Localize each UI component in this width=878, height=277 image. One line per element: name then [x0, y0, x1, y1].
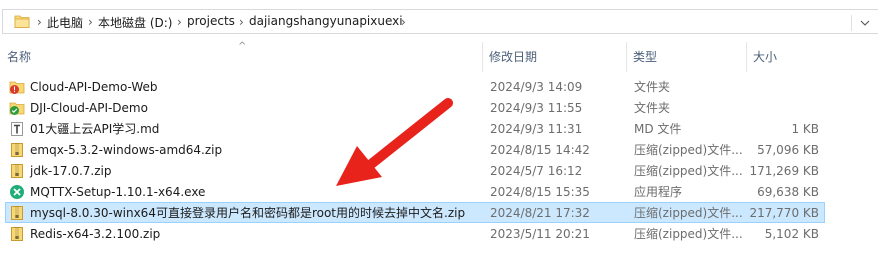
file-row[interactable]: emqx-5.3.2-windows-amd64.zip 2024/8/15 1… [5, 139, 825, 160]
file-row[interactable]: jdk-17.0.7.zip 2024/5/7 16:12 压缩(zipped)… [5, 160, 825, 181]
file-name: Redis-x64-3.2.100.zip [30, 227, 161, 241]
folder-synced-icon [9, 102, 25, 115]
breadcrumb-item-this-pc[interactable]: 此电脑 [47, 14, 83, 31]
file-size: 1 KB [791, 122, 819, 136]
zip-icon [11, 164, 23, 178]
breadcrumb-separator: › [239, 15, 244, 29]
file-name: jdk-17.0.7.zip [30, 164, 112, 178]
file-type: 压缩(zipped)文件... [634, 164, 743, 178]
file-size: 5,102 KB [764, 227, 819, 241]
file-date: 2024/8/15 14:42 [490, 143, 590, 157]
breadcrumb[interactable]: › 此电脑 › 本地磁盘 (D:) › projects › dajiangsh… [2, 9, 878, 34]
breadcrumb-separator: › [88, 15, 93, 29]
file-row[interactable]: MQTTX-Setup-1.10.1-x64.exe 2024/8/15 15:… [5, 181, 825, 202]
column-header-size[interactable]: 大小 [746, 42, 777, 72]
mqttx-app-icon [10, 185, 24, 199]
file-date: 2024/9/3 11:55 [490, 101, 583, 115]
file-row[interactable]: Cloud-API-Demo-Web 2024/9/3 14:09 文件夹 [5, 76, 825, 97]
breadcrumb-item-local-disk[interactable]: 本地磁盘 (D:) [98, 14, 172, 31]
file-row-selected[interactable]: mysql-8.0.30-winx64可直接登录用户名和密码都是root用的时候… [5, 202, 825, 223]
file-name: mysql-8.0.30-winx64可直接登录用户名和密码都是root用的时候… [30, 206, 466, 220]
file-size: 57,096 KB [757, 143, 819, 157]
breadcrumb-item-current-folder[interactable]: dajiangshangyunapixuexi [249, 14, 403, 28]
file-size: 171,269 KB [749, 164, 819, 178]
breadcrumb-separator: › [401, 15, 406, 29]
file-date: 2024/8/15 15:35 [490, 185, 590, 199]
file-date: 2024/8/21 17:32 [490, 206, 590, 220]
breadcrumb-item-projects[interactable]: projects [187, 14, 235, 28]
folder-error-icon [9, 81, 25, 94]
file-size: 69,638 KB [757, 185, 819, 199]
breadcrumb-separator: › [37, 15, 42, 29]
file-date: 2023/5/11 20:21 [490, 227, 590, 241]
file-type: 压缩(zipped)文件... [634, 206, 743, 220]
column-header-name[interactable]: 名称 [0, 42, 31, 72]
file-type: 压缩(zipped)文件... [634, 143, 743, 157]
file-date: 2024/5/7 16:12 [490, 164, 583, 178]
file-type: 压缩(zipped)文件... [634, 227, 743, 241]
file-date: 2024/9/3 11:31 [490, 122, 583, 136]
file-name: emqx-5.3.2-windows-amd64.zip [30, 143, 223, 157]
file-name: 01大疆上云API学习.md [30, 122, 160, 136]
file-row[interactable]: Redis-x64-3.2.100.zip 2023/5/11 20:21 压缩… [5, 223, 825, 244]
zip-icon [11, 227, 23, 241]
file-date: 2024/9/3 14:09 [490, 80, 583, 94]
zip-icon [11, 143, 23, 157]
file-name: DJI-Cloud-API-Demo [30, 101, 148, 115]
sort-ascending-icon: ^ [238, 41, 247, 52]
file-type: 文件夹 [634, 80, 671, 94]
folder-icon [14, 15, 30, 28]
file-size: 217,770 KB [749, 206, 819, 220]
file-type: 应用程序 [634, 185, 683, 199]
file-name: MQTTX-Setup-1.10.1-x64.exe [30, 185, 206, 199]
address-bar: › 此电脑 › 本地磁盘 (D:) › projects › dajiangsh… [0, 0, 878, 40]
column-header-date[interactable]: 修改日期 [482, 42, 537, 72]
file-type: MD 文件 [634, 122, 682, 136]
text-file-icon [11, 122, 23, 136]
column-header-row: ^ 名称 修改日期 类型 大小 [0, 41, 878, 72]
breadcrumb-separator: › [177, 15, 182, 29]
zip-icon [11, 206, 23, 220]
file-row[interactable]: DJI-Cloud-API-Demo 2024/9/3 11:55 文件夹 [5, 97, 825, 118]
chevron-down-icon[interactable] [851, 15, 878, 31]
file-row[interactable]: 01大疆上云API学习.md 2024/9/3 11:31 MD 文件 1 KB [5, 118, 825, 139]
file-name: Cloud-API-Demo-Web [30, 80, 158, 94]
file-type: 文件夹 [634, 101, 671, 115]
column-header-type[interactable]: 类型 [626, 42, 657, 72]
